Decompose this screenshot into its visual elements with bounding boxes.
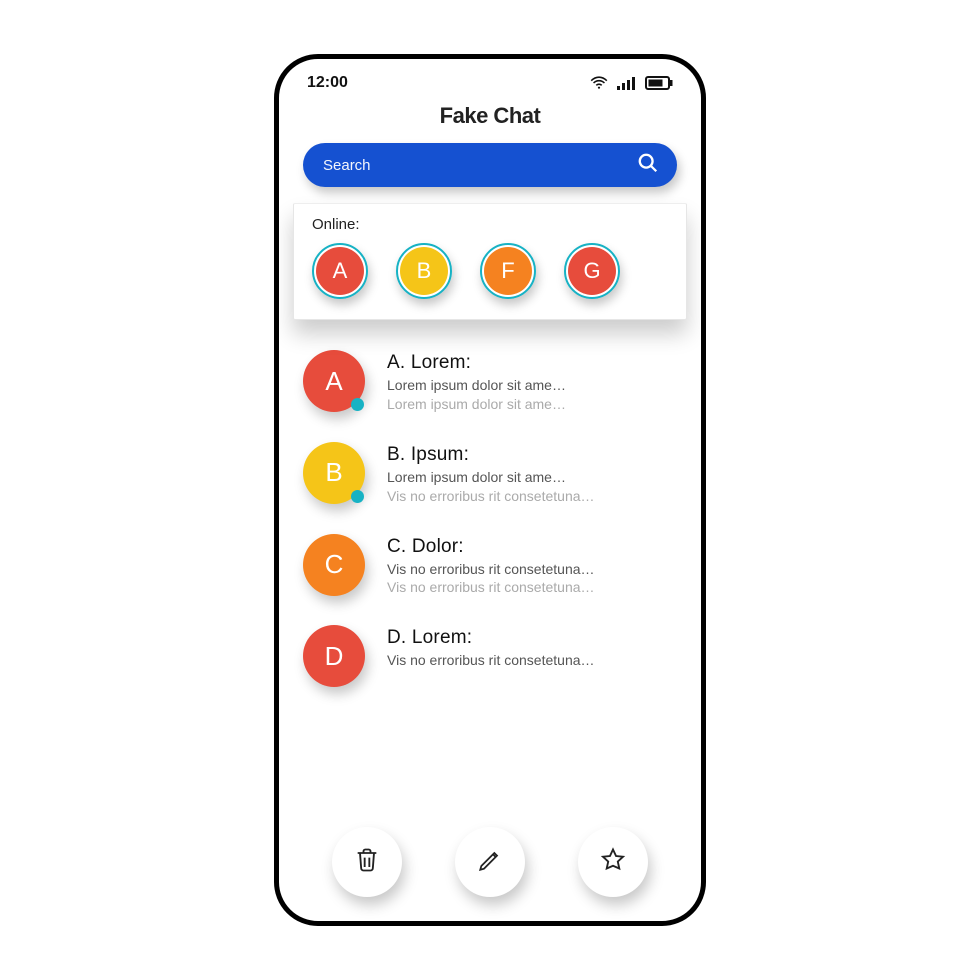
search-bar[interactable]: Search: [303, 143, 677, 187]
chat-preview-line1: Vis no erroribus rit consetetuna…: [387, 560, 681, 579]
status-time: 12:00: [307, 74, 348, 92]
online-avatar[interactable]: F: [480, 243, 536, 299]
bottom-actions: [279, 827, 701, 921]
chat-item[interactable]: B B. Ipsum: Lorem ipsum dolor sit ame…Vis …: [303, 442, 681, 506]
avatar-letter: B: [400, 247, 448, 295]
avatar-letter: A: [316, 247, 364, 295]
chat-preview-line1: Lorem ipsum dolor sit ame…: [387, 468, 681, 487]
chat-list[interactable]: AA. Lorem:Lorem ipsum dolor sit ame…Lore…: [279, 320, 701, 827]
status-bar: 12:00: [279, 65, 701, 101]
phone-frame: 12:00: [274, 54, 706, 926]
trash-button[interactable]: [332, 827, 402, 897]
chat-avatar: C: [303, 534, 365, 596]
chat-preview-line2: Vis no erroribus rit consetetuna…: [387, 578, 681, 597]
search-placeholder: Search: [323, 157, 637, 174]
online-status-dot: [351, 490, 364, 503]
avatar-letter: F: [484, 247, 532, 295]
chat-name: B. Ipsum:: [387, 444, 681, 466]
battery-icon: [645, 76, 673, 90]
chat-name: D. Lorem:: [387, 627, 681, 649]
chat-preview-line2: Lorem ipsum dolor sit ame…: [387, 395, 681, 414]
online-avatar[interactable]: G: [564, 243, 620, 299]
signal-icon: [617, 76, 637, 90]
edit-icon: [477, 847, 503, 878]
star-button[interactable]: [578, 827, 648, 897]
chat-preview-line1: Vis no erroribus rit consetetuna…: [387, 651, 681, 670]
online-avatar[interactable]: A: [312, 243, 368, 299]
avatar-letter: G: [568, 247, 616, 295]
trash-icon: [353, 846, 381, 879]
chat-item[interactable]: D D. Lorem: Vis no erroribus rit consetetu…: [303, 625, 681, 687]
chat-preview-line1: Lorem ipsum dolor sit ame…: [387, 376, 681, 395]
chat-name: A. Lorem:: [387, 352, 681, 374]
chat-name: C. Dolor:: [387, 536, 681, 558]
page-title: Fake Chat: [279, 103, 701, 129]
edit-button[interactable]: [455, 827, 525, 897]
online-status-dot: [351, 398, 364, 411]
online-label: Online:: [312, 216, 668, 233]
chat-item[interactable]: A A. Lorem: Lorem ipsum dolor sit ame…Lore…: [303, 350, 681, 414]
chat-item[interactable]: C C. Dolor: Vis no erroribus rit consetetu…: [303, 534, 681, 598]
wifi-icon: [589, 76, 609, 90]
chat-avatar: A: [303, 350, 365, 412]
chat-avatar: B: [303, 442, 365, 504]
star-icon: [599, 846, 627, 879]
search-icon: [637, 152, 659, 179]
online-card: Online: ABFG: [293, 203, 687, 320]
chat-avatar: D: [303, 625, 365, 687]
chat-preview-line2: Vis no erroribus rit consetetuna…: [387, 487, 681, 506]
online-avatar[interactable]: B: [396, 243, 452, 299]
